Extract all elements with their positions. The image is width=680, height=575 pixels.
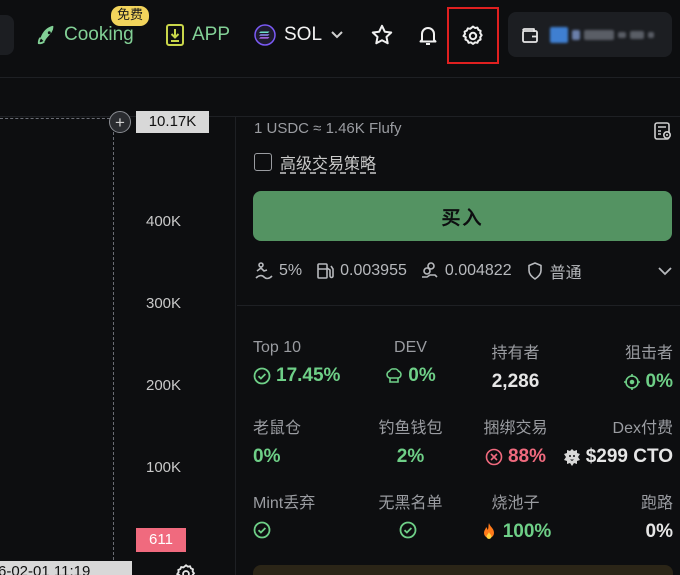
coins-hand-icon bbox=[421, 262, 438, 278]
crosshair-vertical-line bbox=[113, 117, 114, 575]
y-axis-tick: 400K bbox=[146, 213, 182, 230]
slippage-setting[interactable]: 5% bbox=[254, 261, 302, 281]
notifications-button[interactable] bbox=[413, 20, 443, 50]
slippage-icon bbox=[255, 262, 273, 280]
last-price-badge: 611 bbox=[136, 528, 186, 552]
settings-button[interactable] bbox=[447, 7, 499, 64]
stat-phishing-wallets: 钓鱼钱包 2% bbox=[358, 414, 463, 468]
stat-label: Dex付费 bbox=[612, 420, 673, 437]
network-label: SOL bbox=[284, 24, 323, 45]
cooking-label: Cooking bbox=[64, 24, 134, 45]
check-circle-icon bbox=[253, 521, 271, 539]
mev-protection-setting[interactable]: 普通 bbox=[525, 259, 582, 283]
exchange-rate-text: 1 USDC ≈ 1.46K Flufy bbox=[254, 120, 402, 137]
stat-label: 钓鱼钱包 bbox=[378, 420, 443, 437]
stat-mint-renounced: Mint丢弃 bbox=[253, 489, 358, 539]
stat-label: 烧池子 bbox=[491, 495, 540, 512]
crosshair-horizontal-line bbox=[0, 118, 110, 119]
stat-no-blacklist: 无黑名单 bbox=[358, 489, 463, 539]
sub-toolbar bbox=[0, 79, 680, 117]
stat-label: Mint丢弃 bbox=[253, 495, 316, 512]
stat-dev: DEV 0% bbox=[358, 339, 463, 387]
crosshair-icon bbox=[623, 374, 640, 390]
stat-value: 0% bbox=[645, 521, 673, 542]
crosshair-price-label: 10.17K bbox=[136, 111, 209, 133]
price-chart[interactable]: + 10.17K 400K 300K 200K 100K 611 6-02-01… bbox=[0, 111, 236, 575]
wallet-icon bbox=[522, 27, 538, 43]
stat-top10: Top 10 17.45% bbox=[253, 339, 358, 387]
stat-label: 狙击者 bbox=[624, 345, 673, 362]
favorites-button[interactable] bbox=[367, 20, 397, 50]
collapsed-bottom-card[interactable] bbox=[253, 565, 673, 575]
chevron-down-icon bbox=[331, 31, 343, 39]
crosshair-time-label: 6-02-01 11:19 bbox=[0, 561, 132, 575]
advanced-strategy-label: 高级交易策略 bbox=[280, 156, 377, 173]
trade-panel: 1 USDC ≈ 1.46K Flufy 高级交易策略 买入 5% 0.0039… bbox=[237, 117, 680, 575]
x-circle-icon bbox=[485, 448, 503, 466]
stat-value: 0% bbox=[568, 371, 673, 393]
stat-burned-pool: 烧池子 100% bbox=[463, 489, 568, 543]
lion-icon bbox=[563, 449, 580, 466]
check-circle-icon bbox=[253, 367, 271, 385]
protection-mode-value: 普通 bbox=[549, 265, 582, 282]
solana-logo-icon bbox=[254, 24, 276, 46]
priority-fee-value: 0.003955 bbox=[340, 262, 407, 279]
stat-rug-pull: 跑路 0% bbox=[568, 489, 673, 543]
slippage-value: 5% bbox=[279, 262, 303, 279]
advanced-strategy-toggle[interactable]: 高级交易策略 bbox=[254, 150, 376, 174]
gear-icon bbox=[462, 25, 483, 45]
top-navigation-bar: Cooking 免费 APP SOL bbox=[0, 0, 680, 78]
add-alert-plus-icon[interactable]: + bbox=[109, 111, 131, 133]
stat-label: DEV bbox=[394, 339, 427, 356]
stat-value: 0% bbox=[253, 446, 281, 467]
app-download-link[interactable]: APP bbox=[165, 20, 230, 50]
calculator-icon[interactable] bbox=[653, 121, 673, 141]
stat-value: 2% bbox=[396, 446, 425, 467]
stat-value bbox=[358, 521, 463, 539]
gas-station-icon bbox=[317, 263, 334, 279]
collapsed-search-box[interactable] bbox=[0, 15, 14, 55]
check-circle-icon bbox=[399, 521, 417, 539]
star-icon bbox=[371, 24, 393, 45]
section-divider bbox=[237, 305, 680, 306]
stat-snipers: 狙击者 0% bbox=[568, 339, 673, 393]
stat-value: 17.45% bbox=[253, 365, 358, 387]
app-label: APP bbox=[192, 24, 231, 45]
wallet-address-masked: ▪▪▪▪ ▪ ▪▪ bbox=[550, 26, 654, 43]
buy-button[interactable]: 买入 bbox=[253, 191, 672, 241]
y-axis-tick: 300K bbox=[146, 295, 182, 312]
rocket-icon bbox=[37, 25, 54, 45]
stat-value bbox=[253, 521, 358, 539]
app-download-icon bbox=[166, 24, 184, 46]
tip-fee-setting[interactable]: 0.004822 bbox=[420, 261, 512, 281]
chevron-down-icon[interactable] bbox=[657, 265, 673, 277]
stat-value: 100% bbox=[463, 521, 568, 543]
fire-icon bbox=[483, 523, 494, 539]
stat-label: 跑路 bbox=[640, 495, 673, 512]
stat-value: 2,286 bbox=[491, 371, 540, 392]
tip-fee-value: 0.004822 bbox=[444, 262, 512, 279]
wallet-button[interactable]: ▪▪▪▪ ▪ ▪▪ bbox=[508, 12, 672, 57]
stat-insider: 老鼠仓 0% bbox=[253, 414, 358, 468]
network-selector[interactable]: SOL bbox=[254, 20, 344, 50]
stat-value: $299 CTO bbox=[538, 446, 673, 468]
free-badge: 免费 bbox=[111, 6, 150, 26]
chef-hat-icon bbox=[386, 368, 402, 383]
stat-label: 老鼠仓 bbox=[253, 420, 302, 437]
stat-holders: 持有者 2,286 bbox=[463, 339, 568, 393]
stat-label: 持有者 bbox=[491, 345, 540, 362]
bell-icon bbox=[419, 27, 437, 45]
stat-value: 0% bbox=[358, 365, 463, 387]
priority-fee-setting[interactable]: 0.003955 bbox=[315, 261, 407, 281]
stat-dex-paid: Dex付费 $299 CTO bbox=[538, 414, 673, 468]
chart-settings-gear-icon[interactable] bbox=[175, 563, 197, 575]
advanced-strategy-checkbox[interactable] bbox=[254, 153, 272, 171]
y-axis-tick: 200K bbox=[146, 377, 182, 394]
shield-icon bbox=[527, 262, 542, 280]
stat-label: 无黑名单 bbox=[378, 495, 443, 512]
stat-label: Top 10 bbox=[253, 339, 302, 356]
y-axis-tick: 100K bbox=[146, 459, 182, 476]
trade-parameters-row[interactable]: 5% 0.003955 0.004822 普通 bbox=[254, 259, 673, 283]
